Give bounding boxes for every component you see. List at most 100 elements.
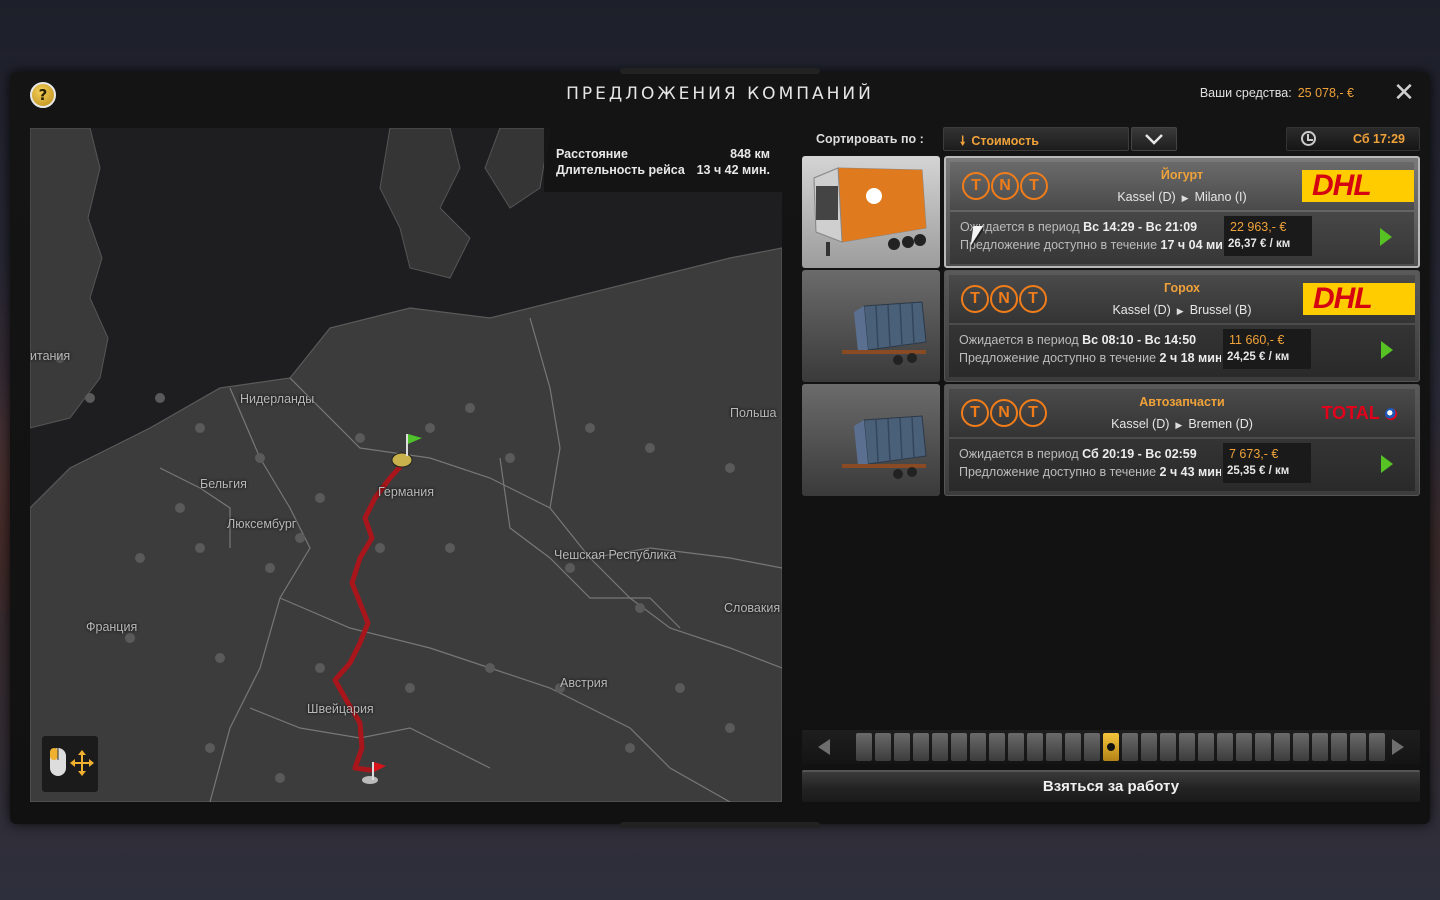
pager-segment[interactable] xyxy=(951,733,967,761)
price-box: 7 673,- € 25,35 € / км xyxy=(1223,443,1311,483)
map-label-poland: Польша xyxy=(730,406,777,420)
pager-segment[interactable] xyxy=(913,733,929,761)
offer-item[interactable]: TNT Автозапчасти Kassel (D) ▶ Bremen (D) T… xyxy=(802,384,1420,496)
map-label-slovakia: Словакия xyxy=(724,601,781,615)
pager-segment[interactable] xyxy=(1141,733,1157,761)
take-job-button[interactable]: Взяться за работу xyxy=(802,770,1420,802)
map-label-britain: итания xyxy=(30,349,71,363)
offer-header: TNT Автозапчасти Kassel (D) ▶ Bremen (D) T… xyxy=(949,389,1415,437)
pager-segment[interactable] xyxy=(1331,733,1347,761)
sort-selected-value: Стоимость xyxy=(971,134,1039,148)
receiver-logo-dhl: DHL xyxy=(1303,283,1415,315)
offer-card[interactable]: TNT Горох Kassel (D) ▶ Brussel (B) DHL Ожи… xyxy=(944,270,1420,382)
origin-city: Kassel (D) xyxy=(1111,417,1170,431)
pager-segment-current[interactable] xyxy=(1103,733,1119,761)
clock-time: Сб 17:29 xyxy=(1352,132,1405,146)
offer-header: TNT Йогурт Kassel (D) ▶ Milano (I) DHL xyxy=(950,162,1414,210)
price-per-km: 26,37 € / км xyxy=(1228,238,1291,250)
offer-price: 7 673,- € xyxy=(1229,447,1279,461)
sort-arrow-icon: 🠗 xyxy=(960,134,966,148)
delivery-window: Ожидается в период Сб 20:19 - Вс 02:59 xyxy=(959,447,1197,461)
duration-label: Длительность рейса xyxy=(556,163,685,177)
pager-segment[interactable] xyxy=(1312,733,1328,761)
play-icon[interactable] xyxy=(1381,455,1393,473)
origin-city: Kassel (D) xyxy=(1112,303,1171,317)
pager-segment[interactable] xyxy=(932,733,948,761)
pager-next-icon[interactable] xyxy=(1392,739,1404,755)
pager-segment[interactable] xyxy=(1350,733,1366,761)
offer-item[interactable]: TNT Горох Kassel (D) ▶ Brussel (B) DHL Ожи… xyxy=(802,270,1420,382)
price-per-km: 25,35 € / км xyxy=(1227,465,1290,477)
play-icon[interactable] xyxy=(1381,341,1393,359)
pager-segment[interactable] xyxy=(1122,733,1138,761)
pager-segment[interactable] xyxy=(1027,733,1043,761)
destination-city: Brussel (B) xyxy=(1189,303,1252,317)
pager-segment[interactable] xyxy=(1065,733,1081,761)
company-offers-window: ? ПРЕДЛОЖЕНИЯ КОМПАНИЙ Ваши средства: 25 … xyxy=(10,68,1430,828)
close-icon[interactable]: ✕ xyxy=(1392,80,1416,106)
price-box: 22 963,- € 26,37 € / км xyxy=(1224,216,1312,256)
offer-card[interactable]: TNT Йогурт Kassel (D) ▶ Milano (I) DHL Ожи… xyxy=(944,156,1420,268)
offer-details: Ожидается в период Вс 08:10 - Вс 14:50 П… xyxy=(949,325,1415,377)
pager-segment[interactable] xyxy=(1008,733,1024,761)
offer-details: Ожидается в период Вс 14:29 - Вс 21:09 П… xyxy=(950,212,1414,264)
pager-segment[interactable] xyxy=(1293,733,1309,761)
pager-segment[interactable] xyxy=(1236,733,1252,761)
price-box: 11 660,- € 24,25 € / км xyxy=(1223,329,1311,369)
offer-header: TNT Горох Kassel (D) ▶ Brussel (B) DHL xyxy=(949,275,1415,323)
offer-item[interactable]: TNT Йогурт Kassel (D) ▶ Milano (I) DHL Ожи… xyxy=(802,156,1420,268)
offer-details: Ожидается в период Сб 20:19 - Вс 02:59 П… xyxy=(949,439,1415,491)
duration-value: 13 ч 42 мин. xyxy=(696,163,770,177)
map-label-germany: Германия xyxy=(378,485,435,499)
offer-card[interactable]: TNT Автозапчасти Kassel (D) ▶ Bremen (D) T… xyxy=(944,384,1420,496)
clock-icon xyxy=(1301,131,1316,146)
pager-segment[interactable] xyxy=(1046,733,1062,761)
origin-city: Kassel (D) xyxy=(1117,190,1176,204)
destination-city: Milano (I) xyxy=(1194,190,1247,204)
delivery-window: Ожидается в период Вс 08:10 - Вс 14:50 xyxy=(959,333,1197,347)
pager-segment[interactable] xyxy=(1160,733,1176,761)
receiver-logo-total: TOTAL xyxy=(1303,397,1415,429)
map-label-switzerland: Швейцария xyxy=(307,702,374,716)
sort-label: Сортировать по : xyxy=(816,132,924,146)
chevron-down-icon[interactable] xyxy=(1131,127,1177,151)
funds-display: Ваши средства: 25 078,- € xyxy=(1200,86,1354,100)
offer-pager[interactable] xyxy=(802,730,1420,764)
map-shapes xyxy=(30,128,782,802)
pager-segment[interactable] xyxy=(1274,733,1290,761)
map-label-france: Франция xyxy=(86,620,138,634)
pager-segment[interactable] xyxy=(1369,733,1385,761)
price-per-km: 24,25 € / км xyxy=(1227,351,1290,363)
trailer-thumbnail-container xyxy=(802,270,940,382)
pager-segment[interactable] xyxy=(989,733,1005,761)
trailer-thumbnail-reefer xyxy=(802,156,940,268)
pager-segment[interactable] xyxy=(856,733,872,761)
availability: Предложение доступно в течение 2 ч 43 ми… xyxy=(959,465,1221,479)
map-label-netherlands: Нидерланды xyxy=(240,392,315,406)
delivery-window: Ожидается в период Вс 14:29 - Вс 21:09 xyxy=(960,220,1198,234)
map-label-austria: Австрия xyxy=(560,676,608,690)
distance-value: 848 км xyxy=(730,147,770,161)
pager-segment[interactable] xyxy=(1198,733,1214,761)
map-label-luxembourg: Люксембург xyxy=(227,517,297,531)
route-map[interactable]: итания Нидерланды Бельгия Люксембург Гер… xyxy=(30,128,782,802)
route-arrow-icon: ▶ xyxy=(1176,306,1184,316)
pager-segment[interactable] xyxy=(894,733,910,761)
map-pan-hint xyxy=(42,736,98,792)
pager-segment[interactable] xyxy=(875,733,891,761)
funds-value: 25 078,- € xyxy=(1297,86,1354,100)
offer-price: 22 963,- € xyxy=(1230,220,1287,234)
sort-dropdown[interactable]: 🠗 Стоимость xyxy=(943,127,1129,151)
duration-row: Длительность рейса 13 ч 42 мин. xyxy=(556,163,770,177)
pager-segment[interactable] xyxy=(1084,733,1100,761)
pager-segment[interactable] xyxy=(1179,733,1195,761)
play-icon[interactable] xyxy=(1380,228,1392,246)
pager-segment[interactable] xyxy=(970,733,986,761)
pager-segment[interactable] xyxy=(1255,733,1271,761)
pager-prev-icon[interactable] xyxy=(818,739,830,755)
distance-label: Расстояние xyxy=(556,147,628,161)
route-arrow-icon: ▶ xyxy=(1175,420,1183,430)
trailer-thumbnail-container xyxy=(802,384,940,496)
availability: Предложение доступно в течение 2 ч 18 ми… xyxy=(959,351,1221,365)
pager-segment[interactable] xyxy=(1217,733,1233,761)
